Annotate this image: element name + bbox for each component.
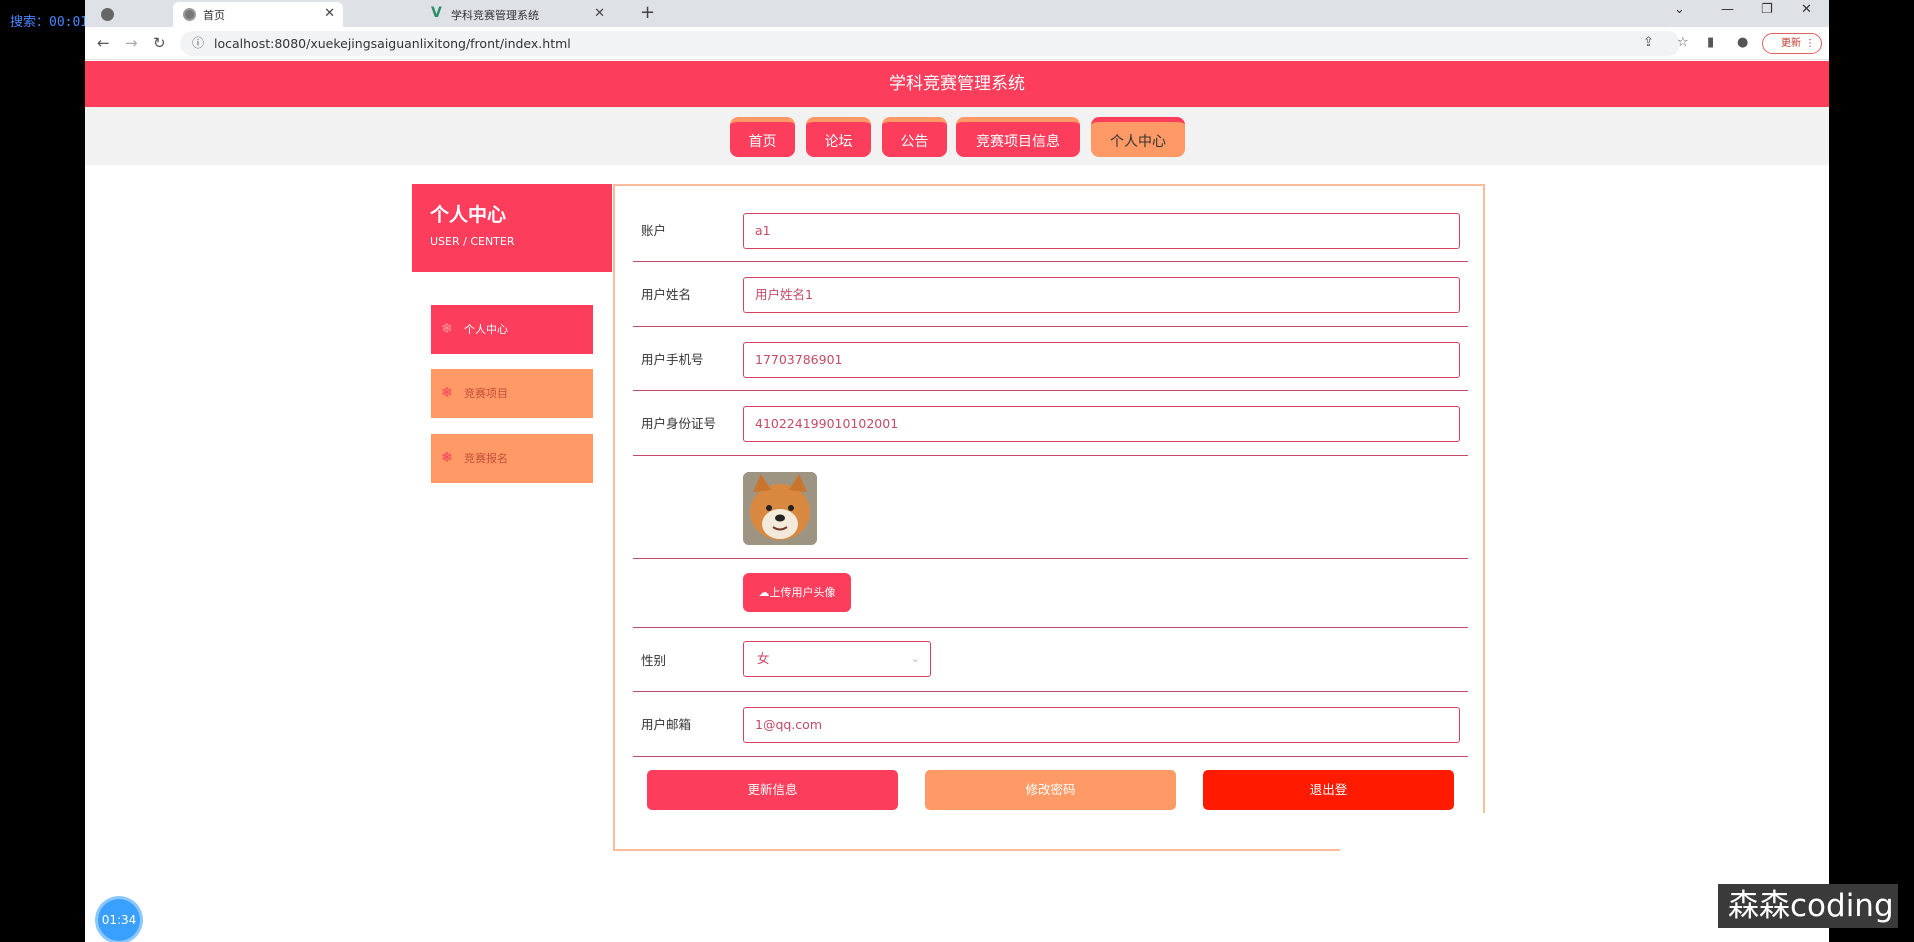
name-input[interactable]: 用户姓名1 <box>743 277 1460 313</box>
idcard-input[interactable]: 410224199010102001 <box>743 406 1460 442</box>
reload-icon[interactable]: ↻ <box>153 34 166 52</box>
web-page: 学科竞赛管理系统 首页 论坛 公告 竞赛项目信息 个人中心 个人中心 USER … <box>85 61 1829 942</box>
upload-label: 上传用户头像 <box>769 586 836 599</box>
side-panel-icon[interactable]: ▮ <box>1707 35 1714 50</box>
email-label: 用户邮箱 <box>641 717 692 732</box>
sidebar-item-personal-center[interactable]: ❄ 个人中心 <box>431 305 593 354</box>
share-icon[interactable]: ⇪ <box>1643 35 1654 50</box>
bookmark-star-icon[interactable]: ☆ <box>1677 35 1689 50</box>
form-row-email: 用户邮箱 1@qq.com <box>633 692 1468 757</box>
back-icon[interactable]: ← <box>97 34 110 52</box>
upload-avatar-button[interactable]: ☁上传用户头像 <box>743 573 851 612</box>
form-row-phone: 用户手机号 17703786901 <box>633 327 1468 391</box>
sidebar-item-contest-signup[interactable]: ❄ 竞赛报名 <box>431 434 593 483</box>
sidebar-subtitle: USER / CENTER <box>430 235 515 248</box>
more-menu-icon[interactable]: ⋮ <box>1805 34 1815 53</box>
sidebar-header: 个人中心 USER / CENTER <box>412 184 612 272</box>
globe-icon <box>183 8 196 21</box>
form-row-idcard: 用户身份证号 410224199010102001 <box>633 391 1468 456</box>
account-label: 账户 <box>641 223 667 238</box>
nav-notice[interactable]: 公告 <box>882 117 947 157</box>
form-row-name: 用户姓名 用户姓名1 <box>633 262 1468 327</box>
update-info-button[interactable]: 更新信息 <box>647 770 898 810</box>
tab-title: 学科竞赛管理系统 <box>451 8 539 22</box>
shiba-dog-image <box>743 472 817 545</box>
forward-icon[interactable]: → <box>125 34 138 52</box>
close-tab-icon[interactable]: ✕ <box>324 6 335 21</box>
tab-favicon-icon <box>101 8 114 21</box>
video-overlay-patch <box>1340 813 1485 921</box>
idcard-label: 用户身份证号 <box>641 416 717 431</box>
pinned-tabs[interactable] <box>91 2 139 27</box>
account-input[interactable]: a1 <box>743 213 1460 249</box>
profile-icon[interactable]: ● <box>1737 35 1748 50</box>
update-label: 更新 <box>1781 38 1801 49</box>
tab-list-chevron-icon[interactable]: ⌄ <box>1674 2 1685 17</box>
nav-contest-info[interactable]: 竞赛项目信息 <box>956 117 1080 157</box>
close-tab-icon[interactable]: ✕ <box>594 6 605 21</box>
close-window-icon[interactable]: ✕ <box>1801 2 1812 17</box>
tab-title: 首页 <box>203 8 225 22</box>
watermark: 森森coding <box>1718 884 1898 928</box>
phone-label: 用户手机号 <box>641 352 704 367</box>
site-info-icon[interactable]: ⓘ <box>192 31 204 56</box>
site-title: 学科竞赛管理系统 <box>889 74 1025 94</box>
name-label: 用户姓名 <box>641 287 692 302</box>
tab-home[interactable]: 首页 ✕ <box>173 2 343 27</box>
nav-home[interactable]: 首页 <box>730 117 795 157</box>
restore-icon[interactable]: ❐ <box>1761 2 1773 17</box>
profile-form: 账户 a1 用户姓名 用户姓名1 用户手机号 17703786901 用户身份证… <box>613 184 1485 851</box>
minimize-icon[interactable]: — <box>1721 2 1734 17</box>
tab-contest-system[interactable]: V 学科竞赛管理系统 ✕ <box>421 2 613 27</box>
address-bar: ← → ↻ ⓘ localhost:8080/xuekejingsaiguanl… <box>85 27 1829 60</box>
gender-select[interactable]: 女 ⌄ <box>743 641 931 677</box>
logout-button[interactable]: 退出登 <box>1203 770 1454 810</box>
site-header: 学科竞赛管理系统 <box>85 61 1829 107</box>
sidebar-title: 个人中心 <box>430 204 507 226</box>
update-button[interactable]: 更新 ⋮ <box>1762 33 1822 54</box>
snowflake-icon: ❄ <box>441 385 453 401</box>
cloud-upload-icon: ☁ <box>758 586 770 599</box>
browser-window: 首页 ✕ V 学科竞赛管理系统 ✕ + ⌄ — ❐ ✕ ← → ↻ ⓘ loca… <box>85 0 1829 942</box>
nav-forum[interactable]: 论坛 <box>806 117 871 157</box>
right-black-border <box>1829 0 1914 942</box>
snowflake-icon: ❄ <box>441 321 453 337</box>
form-row-account: 账户 a1 <box>633 186 1468 262</box>
change-password-button[interactable]: 修改密码 <box>925 770 1176 810</box>
sidebar-item-contest-projects[interactable]: ❄ 竞赛项目 <box>431 369 593 418</box>
gender-label: 性别 <box>641 653 667 668</box>
snowflake-icon: ❄ <box>441 450 453 466</box>
main-nav: 首页 论坛 公告 竞赛项目信息 个人中心 <box>85 107 1829 165</box>
sidebar-item-label: 竞赛报名 <box>464 452 508 465</box>
sidebar-item-label: 个人中心 <box>464 323 508 336</box>
avatar <box>743 472 817 545</box>
nav-personal-center[interactable]: 个人中心 <box>1091 117 1185 157</box>
url-text: localhost:8080/xuekejingsaiguanlixitong/… <box>214 36 571 51</box>
chevron-down-icon: ⌄ <box>910 652 920 665</box>
screen: 搜索：00:01:34(关键帧) (25%) 首页 ✕ V 学科竞赛管理系统 ✕… <box>0 0 1914 942</box>
tab-bar: 首页 ✕ V 学科竞赛管理系统 ✕ + ⌄ — ❐ ✕ <box>85 0 1829 27</box>
gender-value: 女 <box>757 651 770 666</box>
url-field[interactable]: ⓘ localhost:8080/xuekejingsaiguanlixiton… <box>180 31 1680 56</box>
phone-input[interactable]: 17703786901 <box>743 342 1460 378</box>
timer-badge: 01:34 <box>98 899 140 941</box>
sidebar-item-label: 竞赛项目 <box>464 387 508 400</box>
email-input[interactable]: 1@qq.com <box>743 707 1460 743</box>
new-tab-icon[interactable]: + <box>640 2 655 23</box>
vue-logo-icon: V <box>431 5 442 21</box>
